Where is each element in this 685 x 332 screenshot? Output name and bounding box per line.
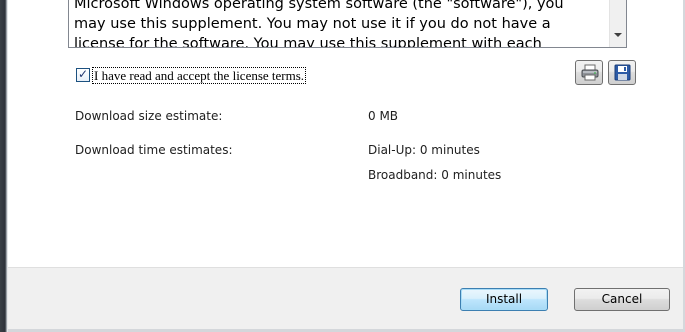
license-line: Microsoft Windows operating system softw… — [74, 0, 564, 12]
floppy-disk-icon — [614, 64, 631, 81]
accept-license-checkbox[interactable]: ✓ — [76, 67, 90, 82]
download-size-value: 0 MB — [368, 109, 399, 123]
license-line: license for the software. You may use th… — [74, 36, 542, 48]
printer-icon — [581, 64, 599, 81]
window-left-border — [0, 0, 8, 332]
broadband-time-value: Broadband: 0 minutes — [368, 168, 502, 182]
download-size-label: Download size estimate: — [75, 109, 223, 123]
checkmark-icon: ✓ — [78, 67, 89, 81]
accept-license-row[interactable]: ✓ I have read and accept the license ter… — [76, 66, 307, 84]
dialup-time-value: Dial-Up: 0 minutes — [368, 143, 480, 157]
cancel-button[interactable]: Cancel — [574, 288, 670, 311]
install-button[interactable]: Install — [460, 288, 548, 311]
accept-license-label[interactable]: I have read and accept the license terms… — [92, 66, 307, 84]
print-button[interactable] — [575, 60, 603, 85]
license-text-box[interactable]: Microsoft Windows operating system softw… — [68, 0, 627, 48]
license-text: Microsoft Windows operating system softw… — [74, 0, 599, 48]
license-scrollbar[interactable] — [609, 0, 626, 47]
scroll-down-arrow-icon[interactable] — [614, 33, 622, 37]
dialog-footer: Install Cancel — [8, 267, 683, 332]
license-line: may use this supplement. You may not use… — [74, 16, 551, 32]
save-button[interactable] — [608, 60, 636, 85]
download-time-label: Download time estimates: — [75, 143, 233, 157]
